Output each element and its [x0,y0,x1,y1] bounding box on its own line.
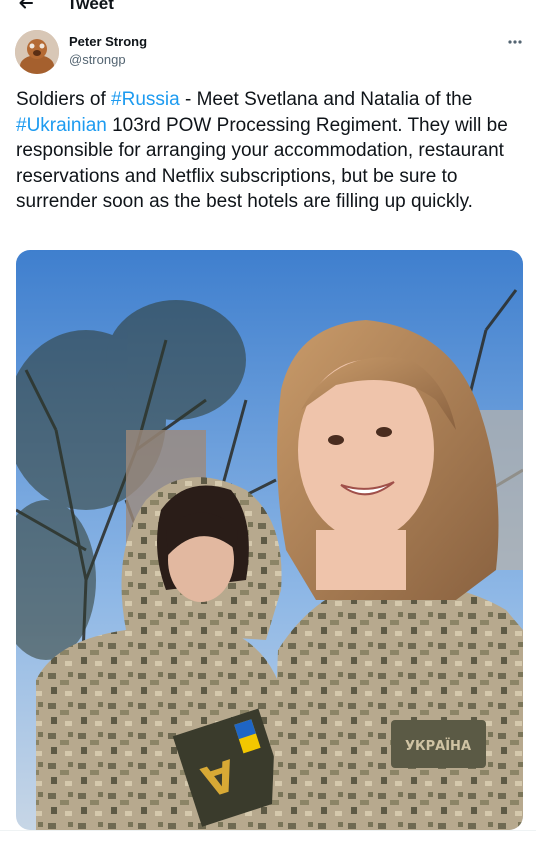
avatar[interactable] [15,30,59,74]
more-horizontal-icon[interactable] [505,32,525,52]
author-name[interactable]: Peter Strong [69,34,147,50]
arrow-left-icon[interactable] [16,0,36,13]
hashtag-ukrainian[interactable]: #Ukrainian [16,115,107,136]
tweet-text-part: - Meet Svetlana and Natalia of the [179,89,473,110]
top-bar: Tweet [0,0,536,18]
tweet-photo[interactable]: Ɐ УКРАЇНА [16,250,523,830]
photo-illustration: Ɐ УКРАЇНА [16,250,523,830]
author-handle[interactable]: @strongp [69,52,126,68]
tweet-header: Peter Strong @strongp [15,30,525,74]
page-title: Tweet [67,0,114,13]
tweet-text-part: Soldiers of [16,89,112,110]
avatar-image [15,30,59,74]
divider [0,830,536,831]
patch-text: УКРАЇНА [405,738,471,754]
tweet-text: Soldiers of #Russia - Meet Svetlana and … [16,87,522,215]
hashtag-russia[interactable]: #Russia [111,89,180,110]
